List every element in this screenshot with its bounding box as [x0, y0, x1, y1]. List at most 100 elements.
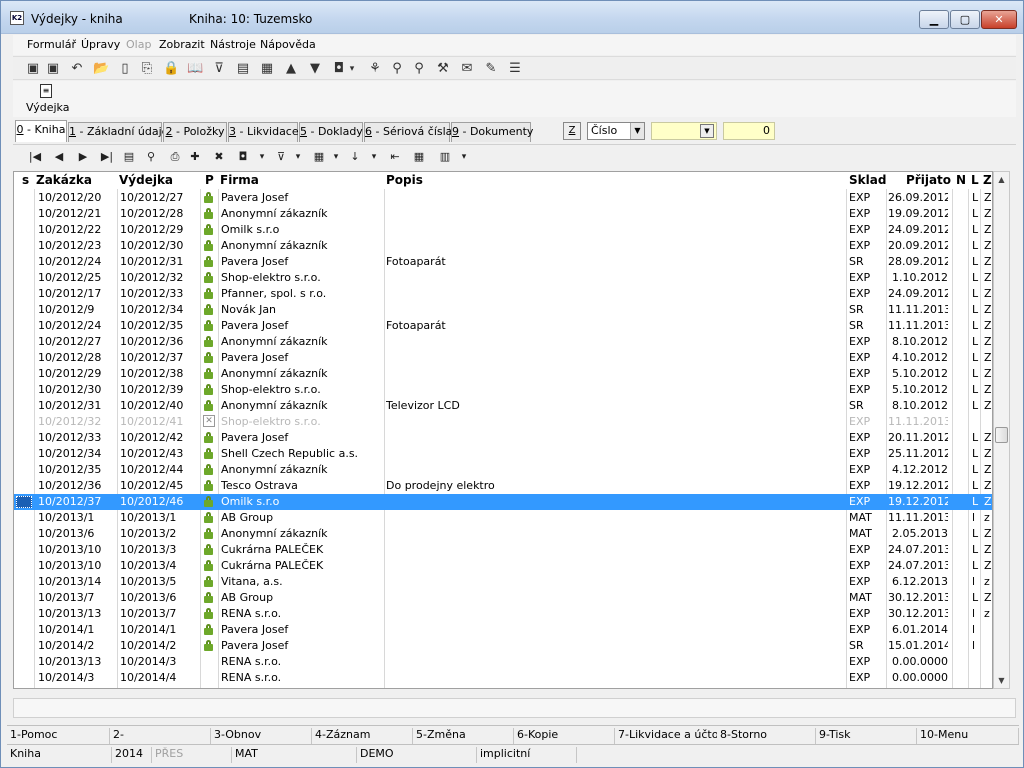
dropdown-icon[interactable]: ▾ — [257, 149, 267, 165]
col-header-p[interactable]: P — [205, 173, 214, 187]
table-row[interactable]: 10/2012/17 10/2012/33 Pfanner, spol. s r.o… — [14, 286, 992, 302]
function-key-1[interactable]: 1-Pomoc — [7, 728, 110, 744]
table-row[interactable]: 10/2012/33 10/2012/42 Pavera Josef EXP 20.11… — [14, 430, 992, 446]
tab-dokumenty[interactable]: 9 - Dokumenty — [451, 122, 533, 142]
function-key-7[interactable]: 7-Likvidace a účtová — [615, 728, 717, 744]
table-row[interactable]: 10/2013/10 10/2013/3 Cukrárna PALEČEK EXP 24… — [14, 542, 992, 558]
menu-formular[interactable]: Formulář — [27, 38, 76, 51]
function-key-8[interactable]: 8-Storno — [717, 728, 816, 744]
stack-icon[interactable]: ▦ — [259, 61, 275, 77]
table-row[interactable]: 10/2012/28 10/2012/37 Pavera Josef EXP 4.10.… — [14, 350, 992, 366]
scroll-down-icon[interactable]: ▼ — [994, 673, 1009, 688]
tools-icon[interactable]: ⚒ — [435, 61, 451, 77]
binoculars-icon[interactable]: ⚲ — [389, 61, 405, 77]
lock-icon[interactable]: 🔒 — [163, 61, 179, 77]
document-icon[interactable]: ▤ — [121, 149, 137, 165]
table-row[interactable]: 10/2013/14 10/2013/5 Vitana, a.s. EXP 6.12.2… — [14, 574, 992, 590]
undo-icon[interactable]: ↶ — [69, 61, 85, 77]
col-header-zakazka[interactable]: Zakázka — [36, 173, 92, 187]
tab-likvidace[interactable]: 3 - Likvidace — [228, 122, 299, 142]
col-header-firma[interactable]: Firma — [220, 173, 259, 187]
table-row[interactable]: 10/2012/20 10/2012/27 Pavera Josef EXP 26.09… — [14, 190, 992, 206]
sort-field-select[interactable]: Číslo ▼ — [587, 122, 645, 140]
table-row[interactable]: 10/2012/22 10/2012/29 Omilk s.r.o EXP 24.09.… — [14, 222, 992, 238]
table-row[interactable]: 10/2014/3 10/2014/4 RENA s.r.o. EXP 0.00.000… — [14, 670, 992, 686]
dropdown-icon[interactable]: ▾ — [293, 149, 303, 165]
table-row[interactable]: 10/2013/7 10/2013/6 AB Group MAT 30.12.2013 L… — [14, 590, 992, 606]
function-key-6[interactable]: 6-Kopie — [514, 728, 615, 744]
scroll-up-icon[interactable]: ▲ — [994, 172, 1009, 187]
table-row[interactable]: 10/2012/23 10/2012/30 Anonymní zákazník EXP… — [14, 238, 992, 254]
table-row[interactable]: 10/2013/6 10/2013/2 Anonymní zákazník MAT 2.… — [14, 526, 992, 542]
open-folder-icon[interactable]: 📂 — [93, 61, 109, 77]
table-row[interactable]: 10/2013/13 10/2014/3 RENA s.r.o. EXP 0.00.00… — [14, 654, 992, 670]
menu-nastroje[interactable]: Nástroje — [210, 38, 256, 51]
menu-olap[interactable]: Olap — [126, 38, 151, 51]
vydejka-action-button[interactable]: Výdejka — [26, 101, 69, 114]
table-row[interactable]: 10/2012/25 10/2012/32 Shop-elektro s.r.o. E… — [14, 270, 992, 286]
binoculars-filter-icon[interactable]: ⚲ — [411, 61, 427, 77]
table-row[interactable]: 10/2012/24 10/2012/31 Pavera Josef Fotoapar… — [14, 254, 992, 270]
table-row[interactable]: 10/2012/35 10/2012/44 Anonymní zákazník EXP… — [14, 462, 992, 478]
arrow-down-icon[interactable]: ▼ — [307, 61, 323, 77]
columns-icon[interactable]: ⇤ — [387, 149, 403, 165]
vertical-scrollbar[interactable]: ▲ ▼ — [993, 171, 1010, 689]
envelope-icon[interactable]: ✉ — [459, 61, 475, 77]
col-header-l[interactable]: L — [971, 173, 979, 187]
table-row[interactable]: 10/2013/1 10/2013/1 AB Group MAT 11.11.2013 l… — [14, 510, 992, 526]
col-header-popis[interactable]: Popis — [386, 173, 423, 187]
arrow-up-icon[interactable]: ▲ — [283, 61, 299, 77]
table-row[interactable]: 10/2012/30 10/2012/39 Shop-elektro s.r.o. E… — [14, 382, 992, 398]
table-row[interactable]: 10/2012/34 10/2012/43 Shell Czech Republic… — [14, 446, 992, 462]
camera-icon[interactable]: ◘ — [331, 61, 347, 77]
function-key-5[interactable]: 5-Změna — [413, 728, 514, 744]
close-button[interactable]: ✕ — [981, 10, 1017, 29]
print-icon[interactable]: ⎙ — [167, 149, 183, 165]
edit-icon[interactable]: ✎ — [483, 61, 499, 77]
table-row[interactable]: 10/2012/31 10/2012/40 Anonymní zákazník Tel… — [14, 398, 992, 414]
chevron-down-icon[interactable]: ▼ — [630, 123, 644, 139]
title-bar[interactable]: K2 Výdejky - kniha Kniha: 10: Tuzemsko ▁… — [1, 1, 1023, 34]
table-row[interactable]: 10/2012/32 10/2012/41 Shop-elektro s.r.o. E… — [14, 414, 992, 430]
export-icon[interactable]: ▦ — [411, 149, 427, 165]
function-key-9[interactable]: 9-Tisk — [816, 728, 917, 744]
table-icon[interactable]: ▦ — [311, 149, 327, 165]
add-item-icon[interactable]: ✚ — [187, 149, 203, 165]
tab-seriova-cisla[interactable]: 6 - Sériová čísla — [364, 122, 452, 142]
table-row[interactable]: 10/2012/37 10/2012/46 Omilk s.r.o EXP 19.12.… — [14, 494, 992, 510]
menu-upravy[interactable]: Úpravy — [81, 38, 120, 51]
quick-filter-input[interactable]: ▼ — [651, 122, 717, 140]
sort-order-button[interactable]: Z — [563, 122, 581, 140]
function-key-2[interactable]: 2- — [110, 728, 211, 744]
save-icon[interactable]: ▣ — [25, 61, 41, 77]
menu-zobrazit[interactable]: Zobrazit — [159, 38, 205, 51]
table-row[interactable]: 10/2012/21 10/2012/28 Anonymní zákazník EXP… — [14, 206, 992, 222]
notes-icon[interactable]: ▥ — [437, 149, 453, 165]
tab-doklady[interactable]: 5 - Doklady — [299, 122, 363, 142]
binoculars-icon[interactable]: ⚲ — [143, 149, 159, 165]
table-row[interactable]: 10/2013/13 10/2013/7 RENA s.r.o. EXP 30.12.2… — [14, 606, 992, 622]
document-icon[interactable]: ≡ — [40, 84, 52, 98]
table-row[interactable]: 10/2014/2 10/2014/2 Pavera Josef SR 15.01.20… — [14, 638, 992, 654]
menu-napoveda[interactable]: Nápověda — [260, 38, 316, 51]
col-header-n[interactable]: N — [956, 173, 966, 187]
function-key-10[interactable]: 10-Menu — [917, 728, 1019, 744]
table-row[interactable]: 10/2012/27 10/2012/36 Anonymní zákazník EXP… — [14, 334, 992, 350]
tree-icon[interactable]: ⚘ — [367, 61, 383, 77]
tab-polozky[interactable]: 2 - Položky — [163, 122, 227, 142]
sort-icon[interactable]: ↓ — [347, 149, 363, 165]
previous-record-icon[interactable]: ◀ — [51, 149, 67, 165]
save-all-icon[interactable]: ▣ — [45, 61, 61, 77]
scroll-thumb[interactable] — [995, 427, 1008, 443]
function-key-3[interactable]: 3-Obnov — [211, 728, 312, 744]
menu-icon[interactable]: ☰ — [507, 61, 523, 77]
col-header-sklad[interactable]: Sklad — [849, 173, 886, 187]
book-icon[interactable]: 📖 — [187, 61, 203, 77]
dropdown-icon[interactable]: ▾ — [459, 149, 469, 165]
new-document-icon[interactable]: ▯ — [117, 61, 133, 77]
copy-icon[interactable]: ⎘ — [139, 61, 155, 77]
remove-item-icon[interactable]: ✖ — [211, 149, 227, 165]
records-table[interactable]: s Zakázka Výdejka P Firma Popis Sklad Př… — [13, 171, 993, 689]
table-row[interactable]: 10/2013/10 10/2013/4 Cukrárna PALEČEK EXP 24… — [14, 558, 992, 574]
next-record-icon[interactable]: ▶ — [75, 149, 91, 165]
